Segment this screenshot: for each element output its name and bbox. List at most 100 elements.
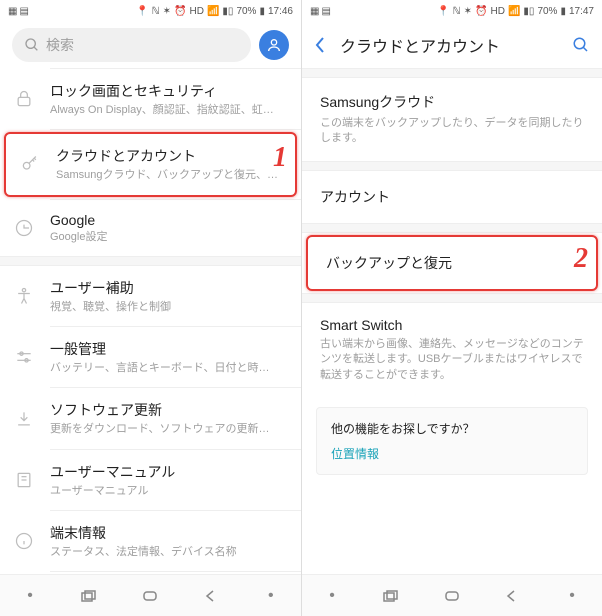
promo-box: 他の機能をお探しですか？ 位置情報 [316,407,588,475]
battery-pct: 70% [537,6,557,17]
item-title: 端末情報 [50,523,106,543]
item-title: クラウドとアカウント [56,146,196,166]
item-general[interactable]: 一般管理 バッテリー、言語とキーボード、日付と時… [0,327,301,387]
nav-dot[interactable]: • [260,588,282,604]
nav-dot[interactable]: • [561,588,583,604]
cloud-accounts-screen: ▦ ▤ 📍 ℕ ✶ ⏰ HD 📶 ▮▯ 70% ▮ 17:47 クラウドとアカウ… [301,0,602,616]
item-sub: Always On Display、顔認証、指紋認証、虹… [50,103,274,117]
annotation-1: 1 [273,142,287,174]
nfc-icon: ℕ [152,6,160,17]
nav-back[interactable] [200,588,222,604]
wifi-icon: 📶 [207,6,219,17]
item-account[interactable]: アカウント [302,171,602,223]
download-icon [14,409,34,429]
search-input[interactable]: 検索 [12,28,251,62]
item-cloud-accounts[interactable]: クラウドとアカウント Samsungクラウド、バックアップと復元、… 1 [4,132,297,196]
nav-home[interactable] [441,588,463,604]
item-smart-switch[interactable]: Smart Switch 古い端末から画像、連絡先、メッセージなどのコンテンツを… [302,303,602,397]
section-divider [0,256,301,266]
user-icon [266,37,282,53]
search-button[interactable] [572,36,590,54]
vibrate-icon: ✶ [464,6,472,17]
clock: 17:46 [268,6,293,17]
battery-pct: 70% [236,6,256,17]
item-lockscreen[interactable]: ロック画面とセキュリティ Always On Display、顔認証、指紋認証、… [0,69,301,129]
battery-icon: ▮ [259,6,265,17]
item-sub: Samsungクラウド、バックアップと復元、… [56,168,278,182]
item-developer-options[interactable]: 開発者向けオプション 開発者向けオプション [0,572,301,574]
book-icon [14,470,34,490]
item-title: ユーザーマニュアル [50,462,175,482]
wifi-icon: 📶 [508,6,520,17]
section-divider [302,223,602,233]
google-icon [14,218,34,238]
notif-icon: ▤ [19,6,28,17]
item-software-update[interactable]: ソフトウェア更新 更新をダウンロード、ソフトウェアの更新… [0,388,301,448]
nfc-icon: ℕ [453,6,461,17]
section-divider [302,293,602,303]
header: クラウドとアカウント [302,22,602,68]
item-title: 一般管理 [50,339,106,359]
nav-recents[interactable] [79,588,101,604]
location-icon: 📍 [437,6,449,17]
location-icon: 📍 [136,6,148,17]
item-title: アカウント [320,189,390,205]
item-samsung-cloud[interactable]: Samsungクラウド この端末をバックアップしたり、データを同期したりします。 [302,78,602,161]
nav-back[interactable] [501,588,523,604]
info-icon [14,531,34,551]
nav-dot[interactable]: • [321,588,343,604]
promo-title: 他の機能をお探しですか？ [331,420,573,437]
status-bar: ▦ ▤ 📍 ℕ ✶ ⏰ HD 📶 ▮▯ 70% ▮ 17:47 [302,0,602,22]
notif-icon: ▦ [8,6,17,17]
nav-dot[interactable]: • [19,588,41,604]
settings-list: ロック画面とセキュリティ Always On Display、顔認証、指紋認証、… [0,68,301,574]
clock: 17:47 [569,6,594,17]
item-backup-restore[interactable]: バックアップと復元 2 [306,235,598,291]
item-sub: ユーザーマニュアル [50,484,148,498]
key-icon [20,154,40,174]
search-placeholder: 検索 [46,35,74,55]
item-sub: バッテリー、言語とキーボード、日付と時… [50,361,269,375]
hd-icon: HD [491,6,505,17]
annotation-2: 2 [574,243,588,275]
search-bar: 検索 [0,22,301,68]
status-bar: ▦ ▤ 📍 ℕ ✶ ⏰ HD 📶 ▮▯ 70% ▮ 17:46 [0,0,301,22]
settings-screen-left: ▦ ▤ 📍 ℕ ✶ ⏰ HD 📶 ▮▯ 70% ▮ 17:46 検索 ロック画面… [0,0,301,616]
item-title: Smart Switch [320,317,584,333]
item-title: Samsungクラウド [320,92,584,112]
alarm-icon: ⏰ [174,6,186,17]
item-user-manual[interactable]: ユーザーマニュアル ユーザーマニュアル [0,450,301,510]
section-divider [302,68,602,78]
profile-button[interactable] [259,30,289,60]
item-sub: 更新をダウンロード、ソフトウェアの更新… [50,422,270,436]
item-accessibility[interactable]: ユーザー補助 視覚、聴覚、操作と制御 [0,266,301,326]
item-title: ソフトウェア更新 [50,400,162,420]
accessibility-icon [14,286,34,306]
nav-recents[interactable] [381,588,403,604]
nav-home[interactable] [139,588,161,604]
chevron-left-icon [314,36,326,54]
back-button[interactable] [314,36,326,54]
notif-icon: ▤ [321,6,330,17]
sliders-icon [14,347,34,367]
item-title: ユーザー補助 [50,278,134,298]
item-title: バックアップと復元 [326,255,452,271]
item-google[interactable]: Google Google設定 [0,200,301,256]
item-title: ロック画面とセキュリティ [50,81,217,101]
page-title: クラウドとアカウント [340,33,500,57]
signal-icon: ▮▯ [523,6,534,17]
alarm-icon: ⏰ [475,6,487,17]
item-about-device[interactable]: 端末情報 ステータス、法定情報、デバイス名称 [0,511,301,571]
search-icon [24,37,40,53]
item-sub: この端末をバックアップしたり、データを同期したりします。 [320,116,584,147]
notif-icon: ▦ [310,6,319,17]
item-sub: 古い端末から画像、連絡先、メッセージなどのコンテンツを転送します。USBケーブル… [320,337,584,383]
item-sub: 視覚、聴覚、操作と制御 [50,300,171,314]
hd-icon: HD [190,6,204,17]
item-sub: ステータス、法定情報、デバイス名称 [50,545,237,559]
vibrate-icon: ✶ [163,6,171,17]
nav-bar: • • [0,574,301,616]
lock-icon [14,89,34,109]
promo-location-link[interactable]: 位置情報 [331,445,573,462]
nav-bar: • • [302,574,602,616]
